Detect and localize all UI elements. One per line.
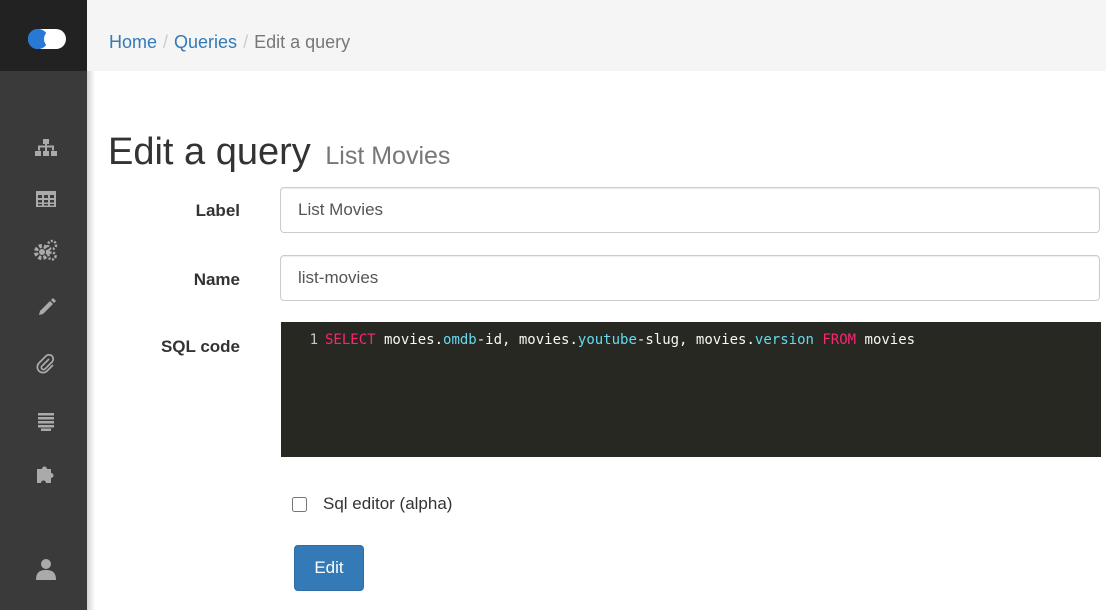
sitemap-icon[interactable] [34,136,58,160]
breadcrumb-separator: / [243,32,249,52]
page-title: Edit a query List Movies [108,128,450,180]
line-number: 1 [309,332,318,348]
code-line-content: SELECT movies.omdb-id, movies.youtube-sl… [325,332,915,348]
sql-editor-checkbox-label[interactable]: Sql editor (alpha) [323,494,452,514]
cogs-icon[interactable] [34,238,58,262]
label-field-label: Label [195,201,240,220]
puzzle-piece-icon[interactable] [34,462,58,486]
code-token-plain: movies. [375,332,444,348]
sql-editor-checkbox[interactable] [292,496,307,512]
code-token-plain: -id, movies. [476,332,578,348]
code-token-keyword: SELECT [325,332,376,348]
code-token-function: omdb [443,332,477,348]
pencil-icon[interactable] [34,296,58,320]
name-input[interactable] [280,255,1100,301]
sql-code-editor[interactable]: 1 SELECT movies.omdb-id, movies.youtube-s… [281,322,1101,457]
sql-editor-toggle: Sql editor (alpha) [292,494,452,514]
code-token-function: youtube [577,332,637,348]
code-token-function: version [754,332,814,348]
breadcrumb-separator: / [163,32,169,52]
sidebar-shadow [87,0,95,610]
breadcrumb-queries-link[interactable]: Queries [174,32,237,52]
code-token-keyword: FROM [822,332,857,348]
breadcrumb: Home / Queries / Edit a query [109,31,350,53]
toggle-logo-icon[interactable] [28,28,66,50]
sql-code-field-label: SQL code [160,337,240,356]
breadcrumb-home-link[interactable]: Home [109,32,157,52]
code-token-plain: -slug, movies. [636,332,755,348]
edit-button[interactable]: Edit [294,545,364,591]
breadcrumb-current: Edit a query [254,32,351,52]
user-icon[interactable] [34,557,58,581]
page-subtitle: List Movies [325,142,451,170]
label-input[interactable] [280,187,1100,233]
list-icon[interactable] [34,410,58,434]
code-token-plain: movies [856,332,916,348]
page-title-text: Edit a query [108,131,311,173]
sidebar-brand [0,0,87,71]
code-line: 1 SELECT movies.omdb-id, movies.youtube-s… [281,330,1101,350]
name-field-label: Name [193,270,240,289]
paperclip-icon[interactable] [34,352,58,376]
table-icon[interactable] [34,187,58,211]
